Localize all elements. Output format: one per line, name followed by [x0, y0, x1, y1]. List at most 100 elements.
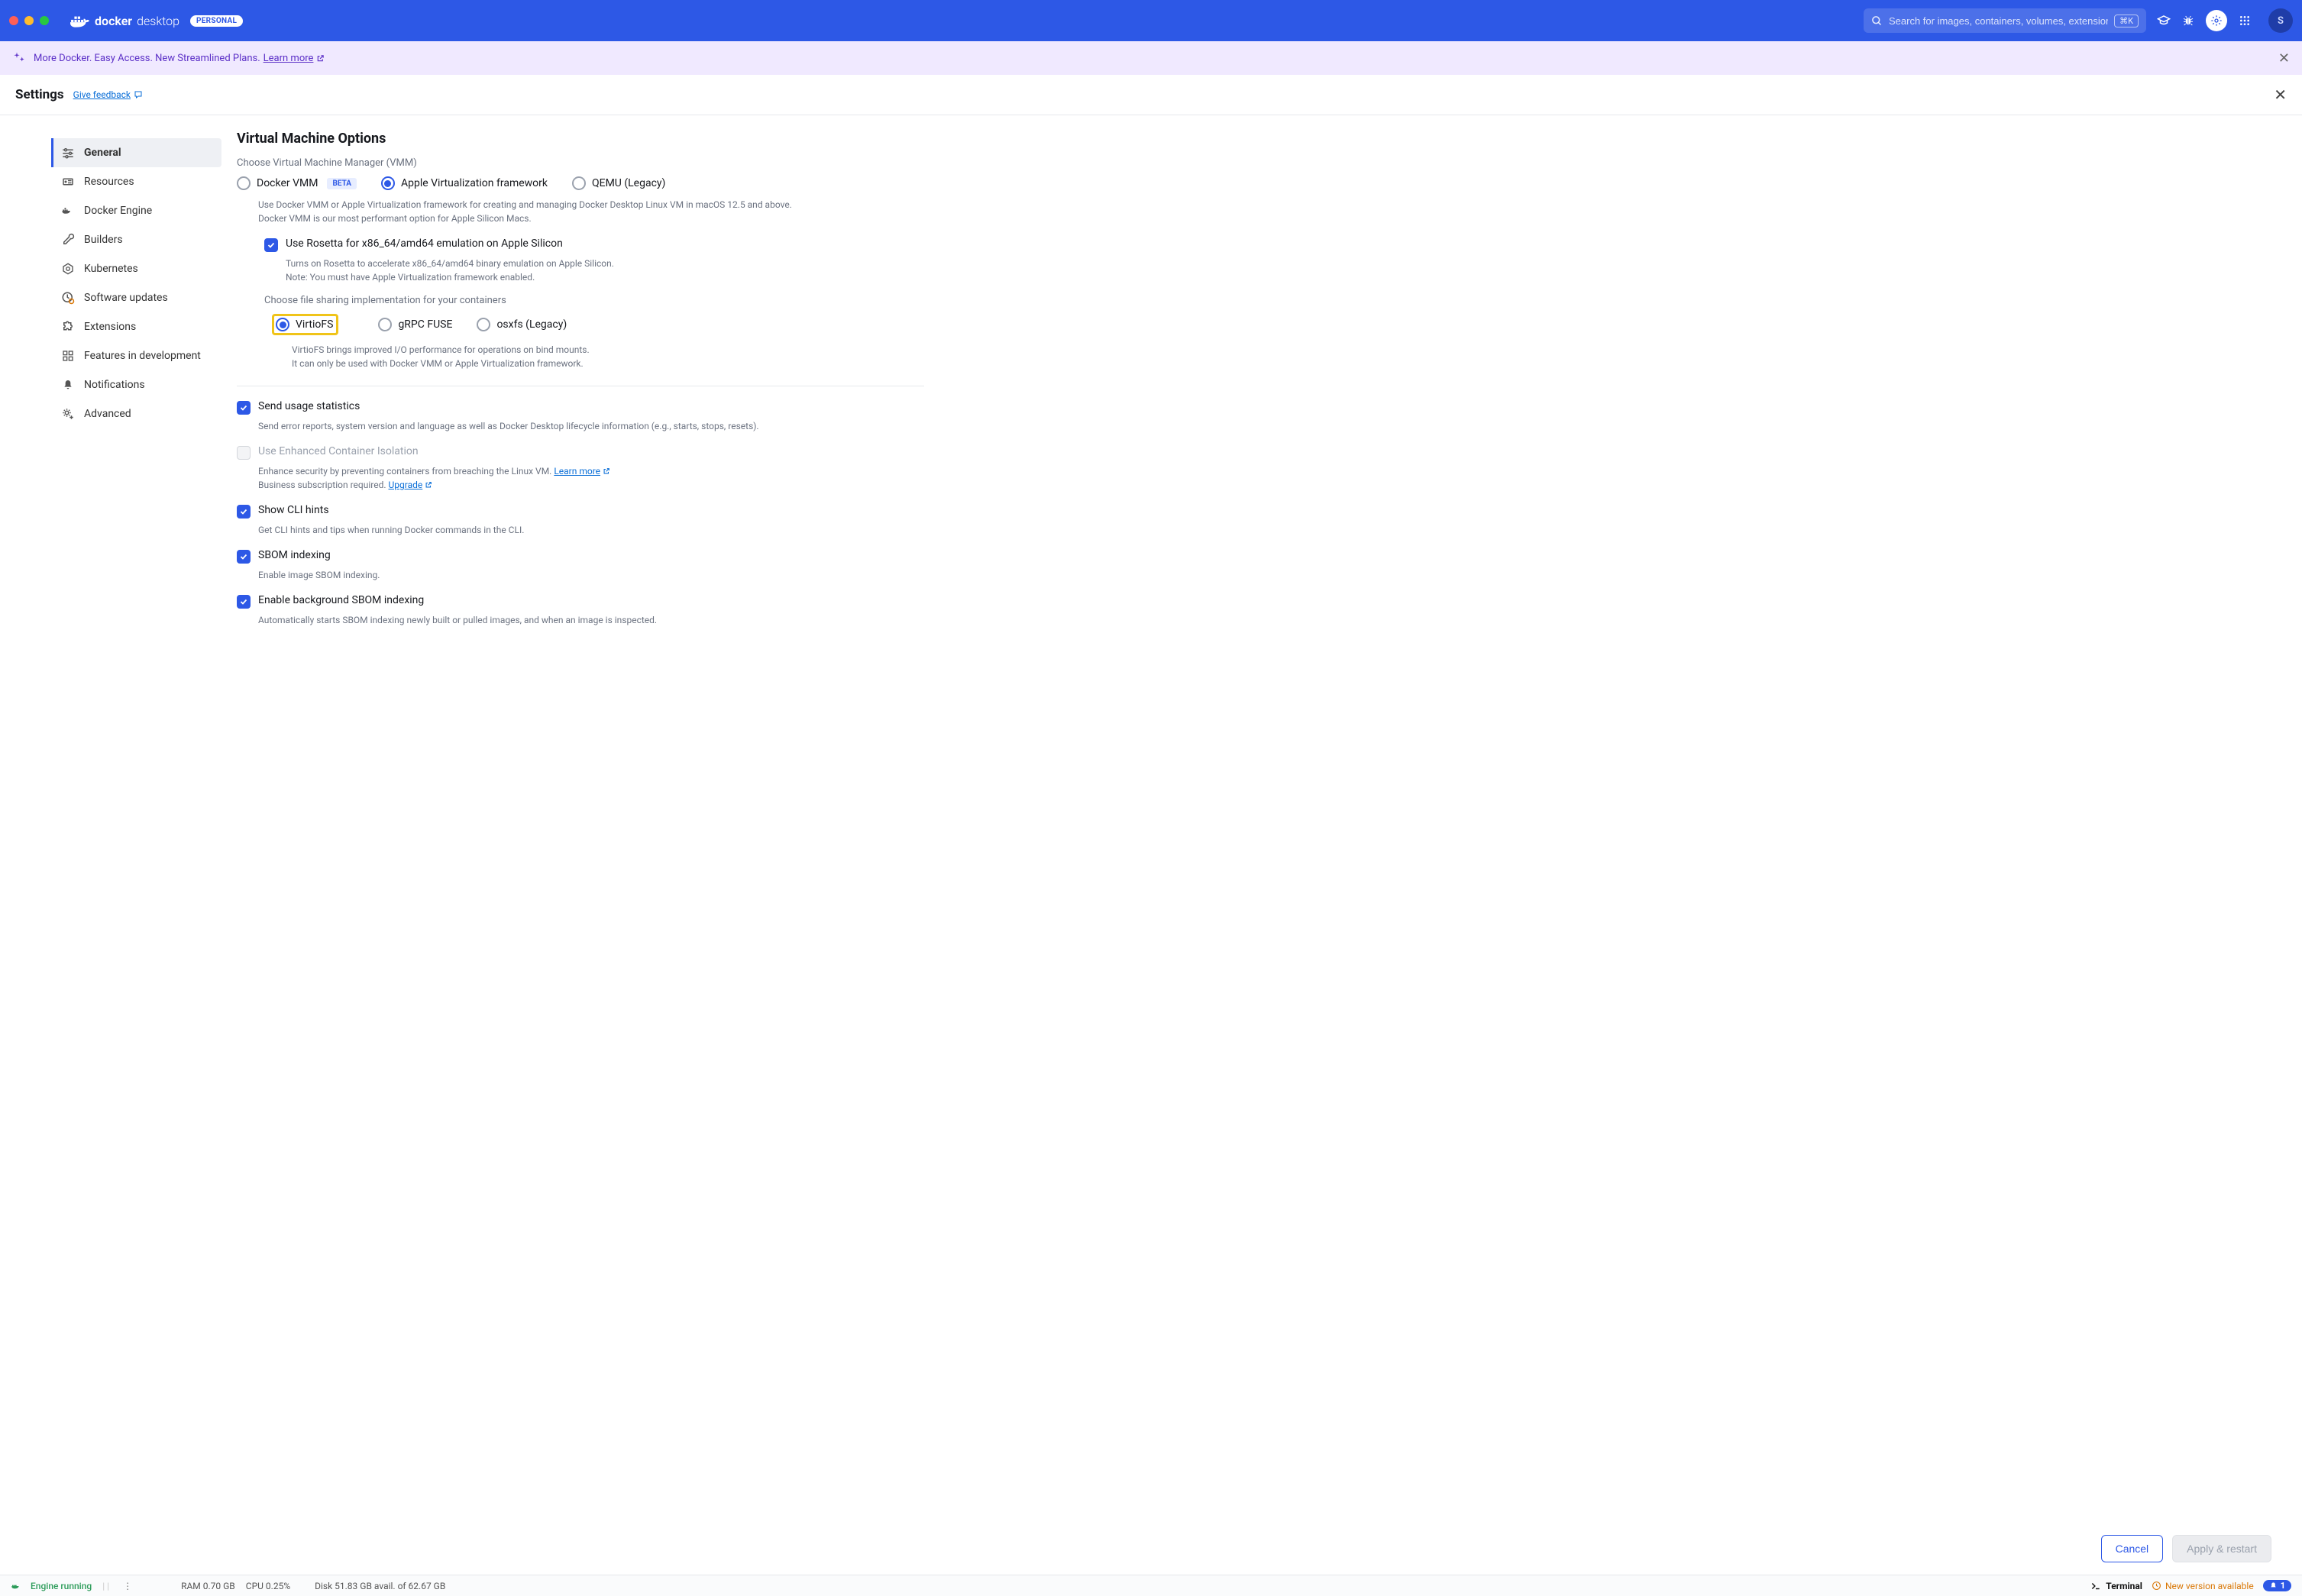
apps-grid-icon[interactable] [2238, 14, 2252, 27]
apply-restart-button: Apply & restart [2172, 1535, 2271, 1562]
radio-virtiofs[interactable]: VirtioFS [276, 318, 333, 331]
fs-help: VirtioFS brings improved I/O performance… [292, 343, 842, 370]
graduation-icon[interactable] [2157, 14, 2171, 27]
fs-radio-group: VirtioFS gRPC FUSE osxfs (Legacy) [272, 314, 2271, 335]
radio-docker-vmm[interactable]: Docker VMM BETA [237, 176, 357, 190]
bgsbom-help: Automatically starts SBOM indexing newly… [258, 613, 808, 627]
sidebar-item-software-updates[interactable]: Software updates [53, 283, 221, 312]
resources-icon [61, 175, 75, 189]
eci-learn-more-link[interactable]: Learn more [554, 464, 610, 478]
radio-label: Docker VMM [257, 177, 318, 189]
status-divider: | | [102, 1581, 109, 1591]
radio-apple-virtualization[interactable]: Apple Virtualization framework [381, 176, 548, 190]
sidebar-item-builders[interactable]: Builders [53, 225, 221, 254]
sidebar-item-advanced[interactable]: Advanced [53, 399, 221, 428]
disk-status: Disk 51.83 GB avail. of 62.67 GB [315, 1581, 445, 1591]
terminal-icon [2090, 1581, 2101, 1591]
eci-upgrade-link[interactable]: Upgrade [389, 478, 433, 492]
cli-help: Get CLI hints and tips when running Dock… [258, 523, 808, 537]
topbar-actions: S [2157, 8, 2293, 33]
sidebar-item-docker-engine[interactable]: Docker Engine [53, 196, 221, 225]
sidebar-item-extensions[interactable]: Extensions [53, 312, 221, 341]
search-icon [1871, 15, 1883, 27]
product-name-bold: docker [95, 14, 132, 28]
sidebar-label: Software updates [84, 292, 168, 304]
sidebar-label: Builders [84, 234, 123, 246]
feedback-icon [134, 90, 143, 99]
settings-sidebar: General Resources Docker Engine Builders… [0, 115, 221, 1527]
cli-label: Show CLI hints [258, 504, 329, 516]
fs-subheading: Choose file sharing implementation for y… [264, 295, 2271, 306]
checkbox-usage-stats[interactable] [237, 401, 251, 415]
radio-osxfs[interactable]: osxfs (Legacy) [477, 318, 567, 331]
grid-icon [61, 349, 75, 363]
sliders-icon [61, 146, 75, 160]
sidebar-item-general[interactable]: General [51, 138, 221, 167]
radio-qemu[interactable]: QEMU (Legacy) [572, 176, 665, 190]
settings-footer: Cancel Apply & restart [0, 1527, 2302, 1575]
bug-icon[interactable] [2181, 14, 2195, 27]
gear-plus-icon [61, 407, 75, 421]
checkbox-row-cli: Show CLI hints [237, 504, 2271, 519]
notification-bell-button[interactable]: 1 [2263, 1580, 2291, 1591]
checkbox-bg-sbom[interactable] [237, 595, 251, 609]
puzzle-icon [61, 320, 75, 334]
plan-badge: PERSONAL [190, 15, 243, 27]
radio-label: gRPC FUSE [398, 318, 452, 331]
search-bar[interactable]: ⌘K [1864, 8, 2146, 33]
checkbox-rosetta[interactable] [264, 238, 278, 252]
checkbox-row-usage: Send usage statistics [237, 400, 2271, 415]
sidebar-label: Extensions [84, 321, 136, 333]
settings-body: General Resources Docker Engine Builders… [0, 115, 2302, 1527]
radio-grpc-fuse[interactable]: gRPC FUSE [378, 318, 452, 331]
banner-learn-more-link[interactable]: Learn more [264, 53, 325, 64]
account-avatar[interactable]: S [2268, 8, 2293, 33]
sidebar-label: General [84, 147, 121, 159]
bell-icon [61, 378, 75, 392]
status-more-button[interactable]: ⋮ [120, 1581, 135, 1591]
eci-help: Enhance security by preventing container… [258, 464, 808, 492]
virtiofs-highlight: VirtioFS [272, 314, 338, 335]
usage-label: Send usage statistics [258, 400, 360, 412]
terminal-button[interactable]: Terminal [2090, 1581, 2142, 1591]
vmm-radio-group: Docker VMM BETA Apple Virtualization fra… [237, 176, 2271, 190]
cancel-button[interactable]: Cancel [2101, 1535, 2164, 1562]
update-icon [61, 291, 75, 305]
checkbox-row-eci: Use Enhanced Container Isolation [237, 445, 2271, 460]
checkbox-cli-hints[interactable] [237, 505, 251, 519]
sidebar-item-kubernetes[interactable]: Kubernetes [53, 254, 221, 283]
external-link-icon [425, 481, 432, 489]
cpu-status: CPU 0.25% [246, 1581, 290, 1591]
kubernetes-icon [61, 262, 75, 276]
window-controls [9, 16, 49, 25]
sidebar-item-resources[interactable]: Resources [53, 167, 221, 196]
promo-banner: More Docker. Easy Access. New Streamline… [0, 41, 2302, 75]
search-input[interactable] [1889, 15, 2108, 27]
checkbox-row-sbom: SBOM indexing [237, 549, 2271, 564]
whale-icon [61, 204, 75, 218]
sidebar-item-notifications[interactable]: Notifications [53, 370, 221, 399]
radio-label: VirtioFS [296, 318, 333, 331]
status-bar: Engine running | | ⋮ RAM 0.70 GB CPU 0.2… [0, 1575, 2302, 1596]
update-available-icon [2152, 1581, 2161, 1591]
banner-close-button[interactable]: ✕ [2278, 50, 2290, 66]
sidebar-item-features-dev[interactable]: Features in development [53, 341, 221, 370]
settings-icon[interactable] [2206, 10, 2227, 31]
beta-badge: BETA [327, 178, 357, 189]
new-version-link[interactable]: New version available [2152, 1581, 2254, 1591]
checkbox-row-bg-sbom: Enable background SBOM indexing [237, 594, 2271, 609]
give-feedback-link[interactable]: Give feedback [73, 89, 143, 100]
close-window-button[interactable] [9, 16, 18, 25]
settings-header: Settings Give feedback ✕ [0, 75, 2302, 115]
zoom-window-button[interactable] [40, 16, 49, 25]
product-name-thin: desktop [137, 14, 179, 28]
sidebar-label: Advanced [84, 408, 131, 420]
minimize-window-button[interactable] [24, 16, 34, 25]
settings-close-button[interactable]: ✕ [2274, 86, 2287, 104]
checkbox-sbom[interactable] [237, 550, 251, 564]
engine-status[interactable]: Engine running [31, 1581, 92, 1591]
whale-status-icon [11, 1581, 23, 1591]
titlebar: docker desktop PERSONAL ⌘K S [0, 0, 2302, 41]
checkbox-eci [237, 446, 251, 460]
radio-label: QEMU (Legacy) [592, 177, 665, 189]
